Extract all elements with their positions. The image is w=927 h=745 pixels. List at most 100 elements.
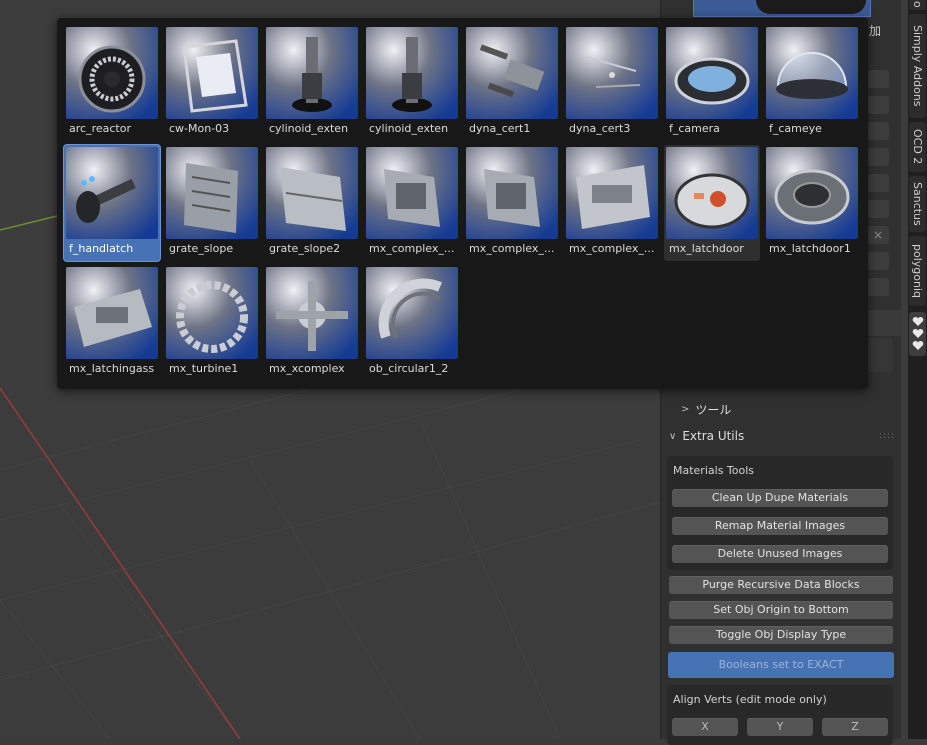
section-tools-label: ツール (695, 403, 732, 417)
add-label[interactable]: 加 (869, 22, 881, 39)
scattered-pieces-thumbnail (566, 27, 658, 119)
panel-field-stub[interactable] (867, 96, 889, 114)
remap-material-images-button[interactable]: Remap Material Images (672, 517, 888, 535)
section-tools[interactable]: > ツール (669, 401, 731, 418)
lens-thumbnail (666, 27, 758, 119)
panel-field-stub[interactable] (867, 278, 889, 296)
latch-door-thumbnail (666, 147, 758, 239)
asset-name: f_cameye (769, 122, 822, 135)
latch-door-ring-thumbnail (766, 147, 858, 239)
asset-name: mx_turbine1 (169, 362, 239, 375)
tab-sanctus[interactable]: Sanctus (909, 176, 926, 232)
align-x-button[interactable]: X (672, 718, 738, 736)
asset-name: mx_latchingass (69, 362, 155, 375)
asset-name: grate_slope (169, 242, 234, 255)
purge-recursive-data-blocks-button[interactable]: Purge Recursive Data Blocks (669, 576, 893, 594)
slope-plate-thumbnail (266, 147, 358, 239)
asset-name: mx_complex_... (369, 242, 455, 255)
asset-item[interactable]: mx_complex_... (564, 145, 660, 261)
panel-pieces-thumbnail (466, 27, 558, 119)
arc-segment-thumbnail (366, 267, 458, 359)
asset-item[interactable]: f_camera (664, 25, 760, 141)
panel-field-stub[interactable] (867, 174, 889, 192)
tab-hearts[interactable] (909, 312, 926, 356)
turbine-ring-thumbnail (166, 267, 258, 359)
asset-name: cw-Mon-03 (169, 122, 230, 135)
asset-name: mx_complex_... (569, 242, 655, 255)
delete-unused-images-button[interactable]: Delete Unused Images (672, 545, 888, 563)
asset-item[interactable]: ob_circular1_2 (364, 265, 460, 381)
asset-name: ob_circular1_2 (369, 362, 449, 375)
asset-item[interactable]: mx_latchdoor (664, 145, 760, 261)
cylinder-tower-thumbnail (266, 27, 358, 119)
asset-browser-popup: arc_reactor cw-Mon-03 cylinoid_exten cylino… (57, 18, 868, 389)
close-icon[interactable]: × (867, 226, 889, 244)
chevron-right-icon: > (681, 404, 690, 415)
booleans-set-to-exact-button[interactable]: Booleans set to EXACT (668, 652, 894, 678)
asset-name: dyna_cert1 (469, 122, 531, 135)
asset-item[interactable]: f_cameye (764, 25, 860, 141)
align-verts-box: Align Verts (edit mode only) X Y Z (667, 685, 893, 745)
clean-up-dupe-materials-button[interactable]: Clean Up Dupe Materials (672, 489, 888, 507)
align-y-button[interactable]: Y (747, 718, 813, 736)
panel-field-stub[interactable] (867, 252, 889, 270)
panel-field-stub[interactable] (867, 122, 889, 140)
asset-item[interactable]: arc_reactor (64, 25, 160, 141)
x-axis-line (0, 387, 241, 739)
section-extra-utils[interactable]: ∨ Extra Utils (669, 429, 744, 443)
asset-item[interactable]: dyna_cert1 (464, 25, 560, 141)
asset-item[interactable]: grate_slope2 (264, 145, 360, 261)
asset-item[interactable]: dyna_cert3 (564, 25, 660, 141)
glass-dome-thumbnail (766, 27, 858, 119)
complex-block-thumbnail (466, 147, 558, 239)
panel-field-stub[interactable] (867, 148, 889, 166)
panel-field-stub[interactable] (867, 200, 889, 218)
asset-item[interactable]: f_handlatch (64, 145, 160, 261)
monitor-frame-thumbnail (166, 27, 258, 119)
asset-item[interactable]: grate_slope (164, 145, 260, 261)
asset-name: cylinoid_exten (269, 122, 349, 135)
set-obj-origin-to-bottom-button[interactable]: Set Obj Origin to Bottom (669, 601, 893, 619)
asset-name: dyna_cert3 (569, 122, 631, 135)
latching-plate-thumbnail (66, 267, 158, 359)
complex-plate-thumbnail (566, 147, 658, 239)
asset-item[interactable]: mx_xcomplex (264, 265, 360, 381)
asset-item[interactable]: mx_latchdoor1 (764, 145, 860, 261)
tab-label: OCD 2 (911, 129, 924, 165)
asset-name: mx_complex_... (469, 242, 555, 255)
asset-name: arc_reactor (69, 122, 131, 135)
tab-polygoniq[interactable]: polygoniq (909, 236, 926, 306)
tab-simply-addons[interactable]: Simply Addons (909, 14, 926, 118)
asset-name: mx_latchdoor (669, 242, 744, 255)
asset-item[interactable]: cylinoid_exten (264, 25, 360, 141)
asset-item[interactable]: mx_latchingass (64, 265, 160, 381)
asset-item[interactable]: cylinoid_exten (364, 25, 460, 141)
asset-name: f_camera (669, 122, 720, 135)
asset-item[interactable]: mx_complex_... (464, 145, 560, 261)
tab-label: polygoniq (911, 243, 924, 298)
tab-ocd-2[interactable]: OCD 2 (909, 122, 926, 172)
asset-name: mx_xcomplex (269, 362, 345, 375)
asset-item[interactable]: mx_turbine1 (164, 265, 260, 381)
asset-name: grate_slope2 (269, 242, 341, 255)
grate-thumbnail (166, 147, 258, 239)
asset-name: cylinoid_exten (369, 122, 449, 135)
materials-tools-box: Materials Tools Clean Up Dupe Materials … (667, 456, 893, 570)
hearts-icon (912, 316, 923, 350)
materials-tools-title: Materials Tools (673, 464, 755, 477)
cylinder-tower-thumbnail (366, 27, 458, 119)
preview-thumbnail[interactable] (693, 0, 871, 17)
asset-item[interactable]: mx_complex_... (364, 145, 460, 261)
cross-complex-thumbnail (266, 267, 358, 359)
align-z-button[interactable]: Z (822, 718, 888, 736)
asset-name: mx_latchdoor1 (769, 242, 851, 255)
tool-tabs: o Simply Addons OCD 2 Sanctus polygoniq (908, 0, 927, 739)
handle-latch-thumbnail (66, 147, 158, 239)
panel-field-stub[interactable] (867, 70, 889, 88)
asset-item[interactable]: cw-Mon-03 (164, 25, 260, 141)
tab-o[interactable]: o (909, 0, 926, 10)
align-verts-title: Align Verts (edit mode only) (673, 693, 827, 706)
toggle-obj-display-type-button[interactable]: Toggle Obj Display Type (669, 626, 893, 644)
drag-handle-icon[interactable]: :::: (879, 431, 895, 441)
chevron-down-icon: ∨ (669, 430, 677, 442)
